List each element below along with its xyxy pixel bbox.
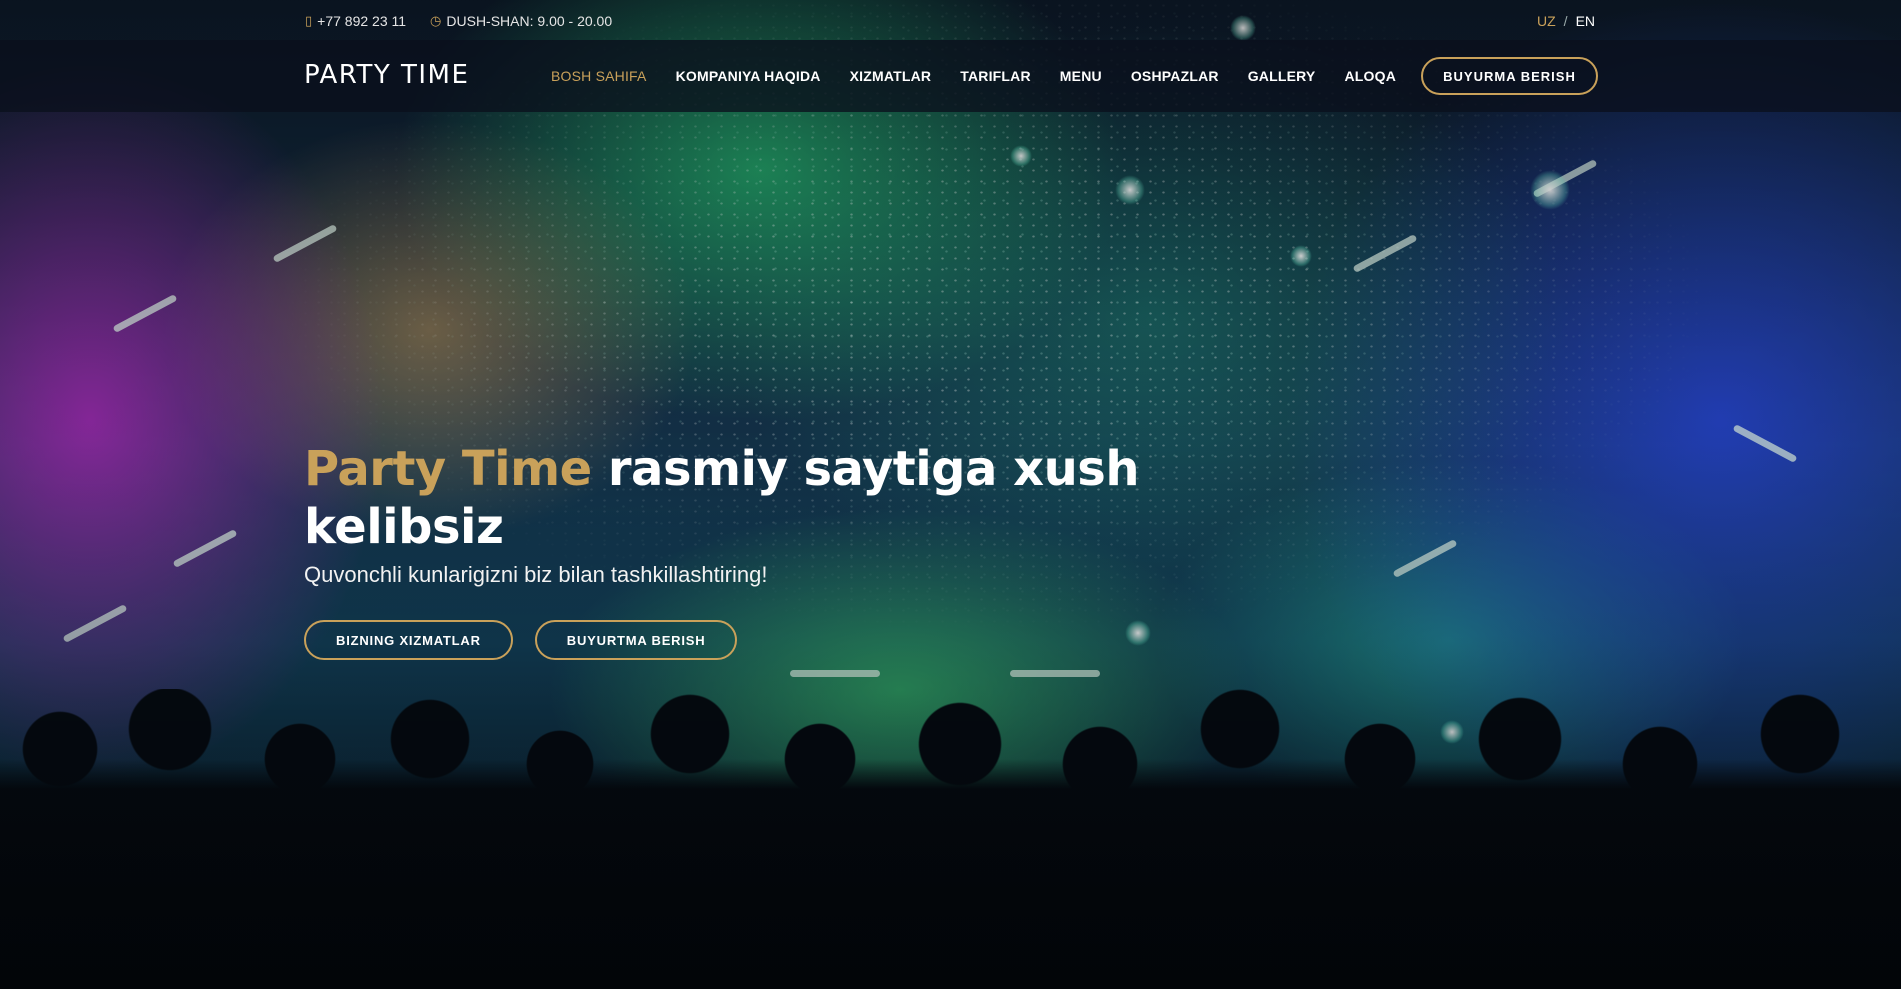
- phone-number: +77 892 23 11: [317, 13, 407, 29]
- language-switcher: UZ / EN: [1537, 13, 1595, 29]
- lang-separator: /: [1563, 13, 1568, 29]
- nav-item-menu[interactable]: MENU: [1060, 68, 1102, 84]
- main-navbar: PARTY TIME BOSH SAHIFA KOMPANIYA HAQIDA …: [0, 40, 1901, 112]
- hero-section: Party Time rasmiy saytiga xush kelibsiz …: [304, 440, 1164, 660]
- order-button[interactable]: BUYURMA BERISH: [1421, 57, 1598, 95]
- contact-info: ▯ +77 892 23 11 ◷ DUSH-SHAN: 9.00 - 20.0…: [305, 13, 612, 29]
- nav-item-oshpazlar[interactable]: OSHPAZLAR: [1131, 68, 1219, 84]
- main-menu: BOSH SAHIFA KOMPANIYA HAQIDA XIZMATLAR T…: [551, 68, 1396, 84]
- nav-item-xizmatlar[interactable]: XIZMATLAR: [850, 68, 932, 84]
- hero-subtitle: Quvonchli kunlarigizni biz bilan tashkil…: [304, 562, 768, 587]
- hero-buttons: BIZNING XIZMATLAR BUYURTMA BERISH: [304, 620, 1164, 660]
- lang-uz[interactable]: UZ: [1537, 13, 1556, 29]
- working-hours: DUSH-SHAN: 9.00 - 20.00: [446, 13, 613, 29]
- nav-item-aloqa[interactable]: ALOQA: [1344, 68, 1396, 84]
- nav-item-tariflar[interactable]: TARIFLAR: [960, 68, 1031, 84]
- services-button[interactable]: BIZNING XIZMATLAR: [304, 620, 513, 660]
- nav-item-bosh-sahifa[interactable]: BOSH SAHIFA: [551, 68, 647, 84]
- nav-item-gallery[interactable]: GALLERY: [1248, 68, 1316, 84]
- hero-order-button[interactable]: BUYURTMA BERISH: [534, 620, 738, 660]
- phone-item[interactable]: ▯ +77 892 23 11: [305, 13, 406, 29]
- hours-item: ◷ DUSH-SHAN: 9.00 - 20.00: [430, 13, 612, 29]
- top-info-bar: ▯ +77 892 23 11 ◷ DUSH-SHAN: 9.00 - 20.0…: [0, 0, 1901, 40]
- phone-icon: ▯: [305, 13, 313, 28]
- hero-title-brand: Party Time: [304, 441, 592, 497]
- hero-title: Party Time rasmiy saytiga xush kelibsiz: [304, 440, 1164, 556]
- lang-en[interactable]: EN: [1576, 13, 1595, 29]
- nav-item-kompaniya-haqida[interactable]: KOMPANIYA HAQIDA: [676, 68, 821, 84]
- site-logo[interactable]: PARTY TIME: [304, 60, 469, 90]
- clock-icon: ◷: [430, 13, 442, 28]
